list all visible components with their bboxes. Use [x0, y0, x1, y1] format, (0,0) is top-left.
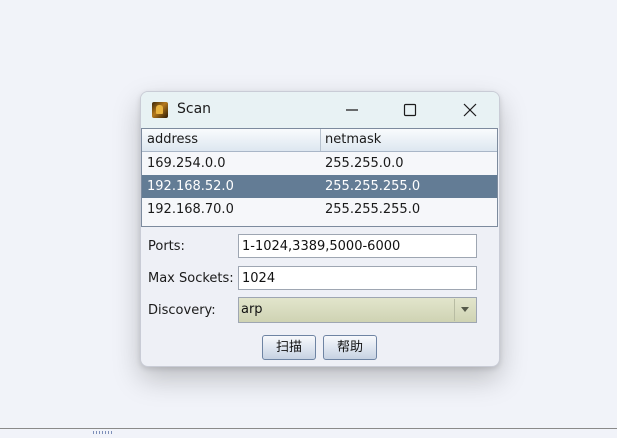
maximize-icon — [403, 103, 417, 117]
minimize-button[interactable] — [329, 92, 375, 128]
table-header: address netmask — [142, 129, 497, 152]
discovery-value: arp — [241, 302, 263, 317]
close-button[interactable] — [447, 92, 493, 128]
maximize-button[interactable] — [387, 92, 433, 128]
app-icon — [152, 102, 168, 118]
taskbar-indicator — [93, 431, 113, 434]
address-cell: 192.168.52.0 — [147, 179, 234, 194]
taskbar-border — [0, 428, 617, 429]
window-title: Scan — [177, 101, 212, 117]
title-bar[interactable]: Scan — [141, 92, 499, 128]
address-cell: 169.254.0.0 — [147, 156, 226, 171]
address-cell: 192.168.70.0 — [147, 202, 234, 217]
network-table[interactable]: address netmask 169.254.0.0 255.255.0.0 … — [141, 128, 498, 227]
discovery-label: Discovery: — [148, 303, 216, 318]
ports-input[interactable]: 1-1024,3389,5000-6000 — [238, 234, 477, 258]
minimize-icon — [346, 109, 358, 111]
netmask-cell: 255.255.255.0 — [325, 179, 421, 194]
scan-dialog: Scan address netmask 169.254.0.0 255.255… — [140, 91, 500, 367]
column-header-address[interactable]: address — [147, 132, 198, 147]
max-sockets-label: Max Sockets: — [148, 271, 234, 286]
chevron-down-icon — [461, 307, 469, 312]
column-header-netmask[interactable]: netmask — [325, 132, 381, 147]
netmask-cell: 255.255.0.0 — [325, 156, 404, 171]
max-sockets-input[interactable]: 1024 — [238, 266, 477, 290]
netmask-cell: 255.255.255.0 — [325, 202, 421, 217]
column-divider[interactable] — [320, 129, 321, 151]
dropdown-button[interactable] — [454, 299, 475, 321]
close-icon — [463, 103, 477, 117]
table-row[interactable]: 192.168.70.0 255.255.255.0 — [142, 198, 497, 221]
table-row-selected[interactable]: 192.168.52.0 255.255.255.0 — [142, 175, 497, 198]
scan-button[interactable]: 扫描 — [262, 335, 316, 360]
help-button[interactable]: 帮助 — [323, 335, 377, 360]
ports-label: Ports: — [148, 239, 185, 254]
table-row[interactable]: 169.254.0.0 255.255.0.0 — [142, 152, 497, 175]
discovery-select[interactable]: arp — [238, 297, 477, 323]
